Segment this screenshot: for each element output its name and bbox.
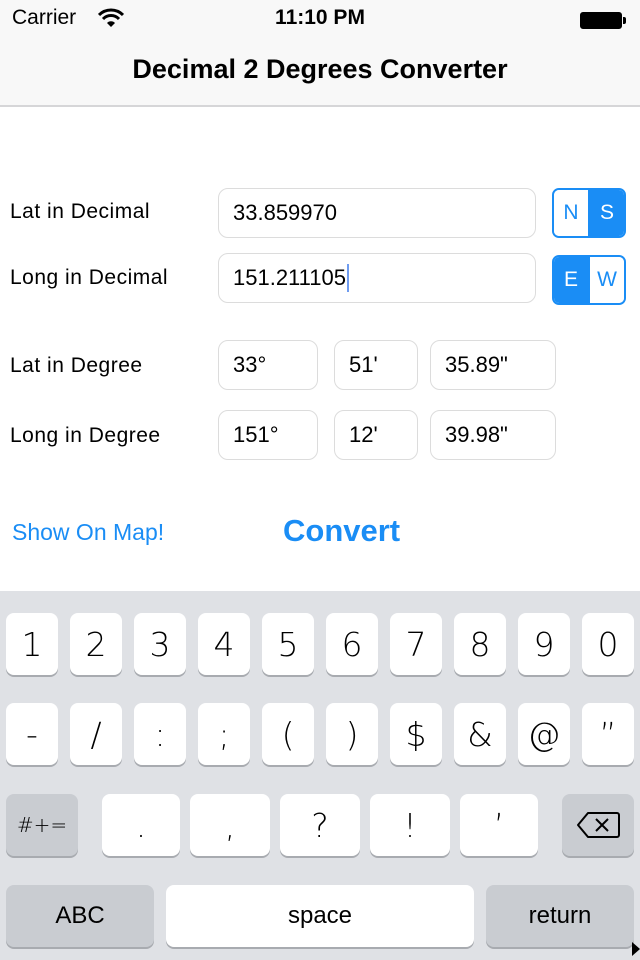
key-backspace[interactable] [562, 794, 634, 856]
key-space[interactable]: space [166, 885, 474, 947]
key-close-paren[interactable]: ) [326, 703, 378, 765]
lat-hemisphere-segmented-control[interactable]: N S [552, 188, 626, 238]
on-screen-keyboard: 1 2 3 4 5 6 7 8 9 0 - / : ; ( ) $ & @ ” … [0, 591, 640, 960]
lat-degrees-field[interactable]: 33° [218, 340, 318, 390]
app-screen: Carrier 11:10 PM Decimal 2 Degrees Conve… [0, 0, 640, 960]
key-dollar[interactable]: $ [390, 703, 442, 765]
key-symbols-toggle[interactable]: #+= [6, 794, 78, 856]
key-6[interactable]: 6 [326, 613, 378, 675]
lat-decimal-input[interactable]: 33.859970 [218, 188, 536, 238]
key-question[interactable]: ? [280, 794, 360, 856]
key-9[interactable]: 9 [518, 613, 570, 675]
key-quote[interactable]: ” [582, 703, 634, 765]
lat-decimal-value: 33.859970 [233, 200, 337, 225]
long-decimal-value: 151.211105 [233, 265, 346, 290]
key-open-paren[interactable]: ( [262, 703, 314, 765]
lat-seconds-value: 35.89" [445, 352, 508, 377]
battery-full-icon [580, 12, 626, 29]
long-hemisphere-segmented-control[interactable]: E W [552, 255, 626, 305]
lat-decimal-label: Lat in Decimal [10, 200, 151, 223]
lat-minutes-field[interactable]: 51' [334, 340, 418, 390]
key-period[interactable]: . [102, 794, 180, 856]
key-4[interactable]: 4 [198, 613, 250, 675]
long-degrees-value: 151° [233, 422, 279, 447]
lat-degrees-value: 33° [233, 352, 267, 377]
key-1[interactable]: 1 [6, 613, 58, 675]
key-apostrophe[interactable]: ’ [460, 794, 538, 856]
long-degree-label: Long in Degree [10, 424, 161, 447]
key-comma[interactable]: , [190, 794, 270, 856]
key-ampersand[interactable]: & [454, 703, 506, 765]
key-5[interactable]: 5 [262, 613, 314, 675]
key-slash[interactable]: / [70, 703, 122, 765]
lat-seconds-field[interactable]: 35.89" [430, 340, 556, 390]
backspace-icon [577, 812, 620, 838]
key-colon[interactable]: : [134, 703, 186, 765]
lat-minutes-value: 51' [349, 352, 378, 377]
long-seconds-value: 39.98" [445, 422, 508, 447]
text-cursor [346, 264, 349, 292]
key-abc[interactable]: ABC [6, 885, 154, 947]
long-seconds-field[interactable]: 39.98" [430, 410, 556, 460]
status-bar: Carrier 11:10 PM [0, 4, 640, 32]
long-minutes-value: 12' [349, 422, 378, 447]
key-hyphen[interactable]: - [6, 703, 58, 765]
long-minutes-field[interactable]: 12' [334, 410, 418, 460]
key-return[interactable]: return [486, 885, 634, 947]
key-semicolon[interactable]: ; [198, 703, 250, 765]
key-2[interactable]: 2 [70, 613, 122, 675]
key-at[interactable]: @ [518, 703, 570, 765]
key-3[interactable]: 3 [134, 613, 186, 675]
mouse-pointer-icon [632, 942, 640, 956]
key-exclamation[interactable]: ! [370, 794, 450, 856]
segment-west[interactable]: W [588, 257, 624, 303]
key-8[interactable]: 8 [454, 613, 506, 675]
status-time: 11:10 PM [275, 6, 365, 29]
long-decimal-input[interactable]: 151.211105 [218, 253, 536, 303]
lat-degree-label: Lat in Degree [10, 354, 143, 377]
segment-south[interactable]: S [588, 190, 624, 236]
segment-east[interactable]: E [554, 257, 588, 303]
navigation-bar: Carrier 11:10 PM Decimal 2 Degrees Conve… [0, 0, 640, 107]
show-on-map-button[interactable]: Show On Map! [12, 519, 164, 546]
page-title: Decimal 2 Degrees Converter [132, 54, 508, 84]
key-0[interactable]: 0 [582, 613, 634, 675]
long-degrees-field[interactable]: 151° [218, 410, 318, 460]
convert-button[interactable]: Convert [283, 513, 400, 549]
segment-north[interactable]: N [554, 190, 588, 236]
key-7[interactable]: 7 [390, 613, 442, 675]
long-decimal-label: Long in Decimal [10, 266, 169, 289]
